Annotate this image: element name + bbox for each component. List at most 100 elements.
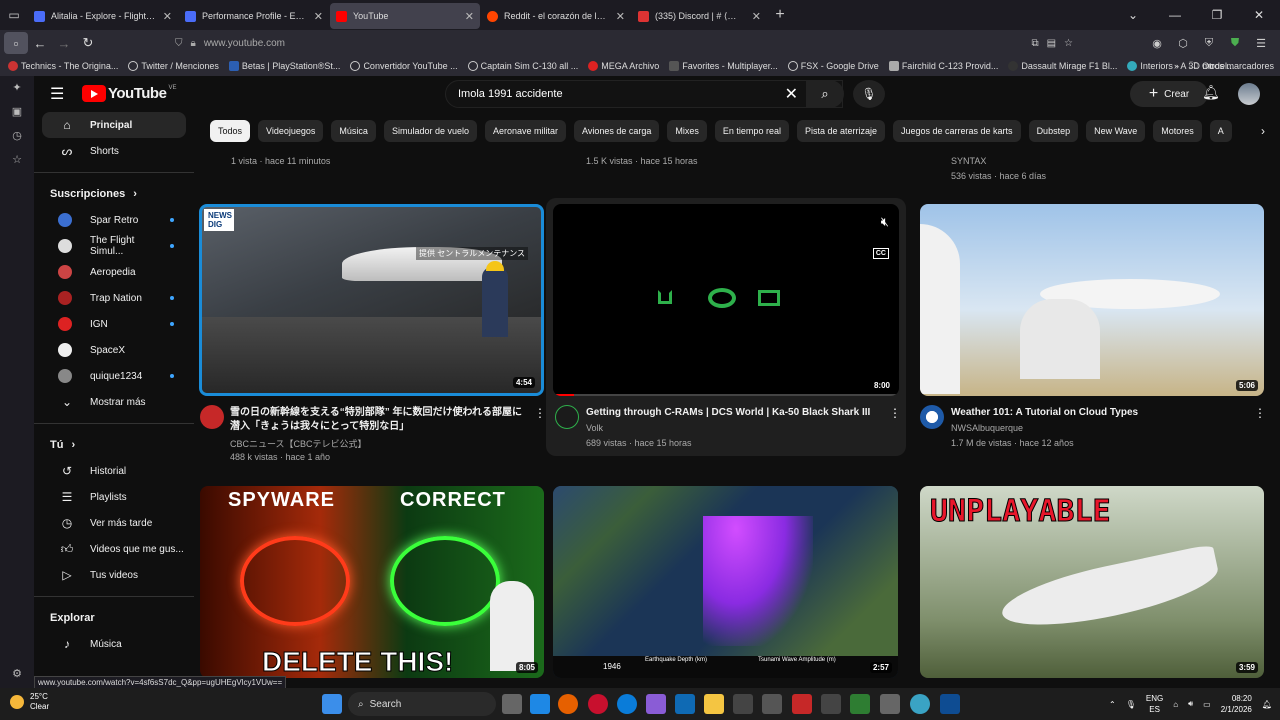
video-thumbnail[interactable]: 1946 Earthquake Depth (km) Tsunami Wave … xyxy=(553,486,898,678)
mail-icon[interactable] xyxy=(530,694,550,714)
sidebar-item-playlists[interactable]: ☰ Playlists xyxy=(42,484,186,510)
video-title[interactable]: Weather 101: A Tutorial on Cloud Types xyxy=(951,406,1241,420)
chip[interactable]: Videojuegos xyxy=(258,120,324,142)
more-options-icon[interactable]: ⋮ xyxy=(1254,406,1266,420)
photos-icon[interactable] xyxy=(675,694,695,714)
list-tabs-icon[interactable]: ⌄ xyxy=(1112,0,1154,30)
chip[interactable]: Todos xyxy=(210,120,251,142)
chip[interactable]: Aeronave militar xyxy=(484,120,567,142)
copilot-icon[interactable] xyxy=(646,694,666,714)
chip[interactable]: Música xyxy=(331,120,376,142)
sidebar-toggle-icon[interactable]: ▫ xyxy=(4,32,28,54)
video-thumbnail[interactable]: 5:06 xyxy=(920,204,1264,396)
app-icon[interactable] xyxy=(762,694,782,714)
video-title[interactable]: Getting through C-RAMs | DCS World | Ka-… xyxy=(586,406,876,420)
clock[interactable]: 08:20 2/1/2026 xyxy=(1221,693,1252,715)
start-icon[interactable] xyxy=(322,694,342,714)
mute-icon[interactable]: 🔇︎ xyxy=(881,214,889,230)
app-icon[interactable] xyxy=(792,694,812,714)
history-icon[interactable]: ◷ xyxy=(0,124,34,148)
sidebar-item-subscription[interactable]: Aeropedia xyxy=(42,259,186,285)
video-thumbnail[interactable]: UNPLAYABLE 3:59 xyxy=(920,486,1264,678)
bookmark-star-icon[interactable]: ☆ xyxy=(1064,38,1073,49)
restore-icon[interactable]: ❐ xyxy=(1196,0,1238,30)
channel-avatar[interactable] xyxy=(200,405,224,429)
create-button[interactable]: + Crear xyxy=(1130,81,1208,107)
channel-avatar[interactable] xyxy=(920,405,944,429)
search-query[interactable]: Imola 1991 accidente xyxy=(458,88,563,100)
task-view-icon[interactable] xyxy=(502,694,522,714)
video-title[interactable]: 雪の日の新幹線を支える“特別部隊” 年に数回だけ使われる部屋に潜入「きょうは我々… xyxy=(230,406,530,434)
channel-name[interactable]: Volk xyxy=(586,423,603,433)
channel-avatar[interactable] xyxy=(555,405,579,429)
app-icon[interactable] xyxy=(880,694,900,714)
new-tab-icon[interactable]: + xyxy=(768,6,792,24)
sidebar-item-show-more[interactable]: ⌄ Mostrar más xyxy=(42,389,186,415)
chip[interactable]: Simulador de vuelo xyxy=(383,120,477,142)
tray-chevron-icon[interactable]: ⌃ xyxy=(1109,700,1116,709)
forward-icon[interactable]: → xyxy=(52,32,76,54)
progress-bar[interactable] xyxy=(553,394,899,396)
other-bookmarks[interactable]: » 🗀 Otros marcadores xyxy=(1174,56,1274,76)
shield-extension-icon[interactable]: ⛨ xyxy=(1198,30,1220,56)
video-thumbnail-playing[interactable]: 🔇︎ CC 8:00 xyxy=(553,204,899,396)
browser-tab-active[interactable]: YouTube ✕ xyxy=(330,3,480,29)
sidebar-item-subscription[interactable]: The Flight Simul... xyxy=(42,233,186,259)
channel-name[interactable]: NWSAlbuquerque xyxy=(951,423,1023,433)
notifications-bell-icon[interactable]: 🔔︎ xyxy=(1202,84,1220,101)
taskbar-search[interactable]: ⌕ Search xyxy=(348,692,496,716)
bookmark[interactable]: Captain Sim C-130 all ... xyxy=(467,61,578,71)
close-tab-icon[interactable]: ✕ xyxy=(616,10,625,23)
battery-icon[interactable]: ▭ xyxy=(1203,700,1211,709)
bookmark[interactable]: Convertidor YouTube ... xyxy=(350,61,458,71)
bookmark[interactable]: Technics - The Origina... xyxy=(8,61,118,71)
more-bookmarks-icon[interactable]: » xyxy=(1174,61,1179,71)
more-options-icon[interactable]: ⋮ xyxy=(534,406,546,420)
sidebar-item-home[interactable]: ⌂ Principal xyxy=(42,112,186,138)
chip[interactable]: En tiempo real xyxy=(714,120,789,142)
close-tab-icon[interactable]: ✕ xyxy=(465,10,474,23)
sidebar-item-subscription[interactable]: Spar Retro xyxy=(42,207,186,233)
minimize-icon[interactable]: — xyxy=(1154,0,1196,30)
tab-overview-icon[interactable]: ▭ xyxy=(0,0,28,30)
ai-sparkle-icon[interactable]: ✦ xyxy=(0,76,34,100)
edge-icon[interactable] xyxy=(617,694,637,714)
video-thumbnail[interactable]: NEWS DIG 提供 セントラルメンテナンス 4:54 xyxy=(199,204,544,396)
sidebar-item-your-videos[interactable]: ▷ Tus videos xyxy=(42,562,186,588)
bookmark[interactable]: MEGA Archivo xyxy=(588,61,659,71)
bookmark[interactable]: Betas | PlayStation®St... xyxy=(228,61,340,71)
subscriptions-header[interactable]: Suscripciones › xyxy=(34,181,194,207)
avatar[interactable] xyxy=(1238,83,1260,105)
extension-puzzle-icon[interactable]: ⬡ xyxy=(1172,30,1194,56)
bookmark[interactable]: Favorites - Multiplayer... xyxy=(669,61,778,71)
chip[interactable]: Aviones de carga xyxy=(574,120,660,142)
video-thumbnail[interactable]: SPYWARE CORRECT DELETE THIS! 8:05 xyxy=(200,486,544,678)
url-bar[interactable]: ⛉ 🔒︎ www.youtube.com ⧉ ▤ ☆ xyxy=(175,32,1075,54)
search-input[interactable]: Imola 1991 accidente ✕ xyxy=(445,80,843,108)
vpn-extension-icon[interactable]: ⛊ xyxy=(1224,30,1246,56)
language-indicator[interactable]: ENG ES xyxy=(1146,693,1163,715)
shield-icon[interactable]: ⛉ xyxy=(175,38,183,49)
sidebar-item-subscription[interactable]: Trap Nation xyxy=(42,285,186,311)
chip[interactable]: Pista de aterrizaje xyxy=(796,120,885,142)
you-header[interactable]: Tú › xyxy=(34,432,194,458)
sidebar-item-subscription[interactable]: SpaceX xyxy=(42,337,186,363)
sidebar-item-subscription[interactable]: quique1234 xyxy=(42,363,186,389)
sidebar-item-liked[interactable]: 👍︎ Videos que me gus... xyxy=(42,536,186,562)
microphone-icon[interactable]: 🎙︎ xyxy=(1126,700,1136,709)
menu-icon[interactable]: ☰ xyxy=(1250,30,1272,56)
sidebar-item-music[interactable]: ♪ Música xyxy=(42,631,186,657)
sidebar-item-subscription[interactable]: IGN xyxy=(42,311,186,337)
app-icon[interactable] xyxy=(910,694,930,714)
youtube-logo[interactable]: YouTube VE xyxy=(82,85,176,102)
app-icon[interactable] xyxy=(821,694,841,714)
app-icon[interactable] xyxy=(850,694,870,714)
bookmark[interactable]: Dassault Mirage F1 Bl... xyxy=(1008,61,1117,71)
app-icon[interactable] xyxy=(733,694,753,714)
channel-name[interactable]: SYNTAX xyxy=(951,156,986,166)
sidebar-item-shorts[interactable]: ᔕ Shorts xyxy=(42,138,186,164)
chip[interactable]: A xyxy=(1209,120,1232,142)
app-icon[interactable] xyxy=(940,694,960,714)
url-text[interactable]: www.youtube.com xyxy=(204,38,285,49)
voice-search-button[interactable]: 🎙︎ xyxy=(853,80,885,108)
